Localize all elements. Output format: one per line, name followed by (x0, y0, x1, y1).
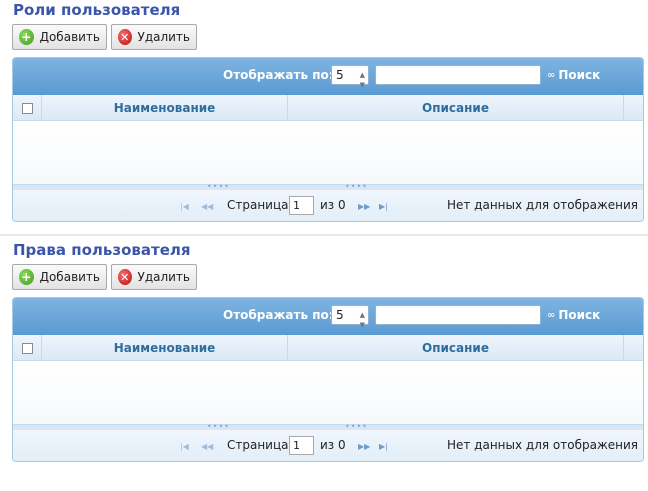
delete-button[interactable]: ✕ Удалить (111, 264, 197, 290)
per-page-select[interactable]: 5 ▲ ▼ (331, 305, 369, 329)
column-header-description[interactable]: Описание (288, 101, 623, 115)
search-button-label: Поиск (558, 308, 601, 322)
add-button[interactable]: + Добавить (12, 24, 107, 50)
table-body (13, 361, 643, 424)
per-page-value: 5 (336, 308, 344, 322)
next-page-icon[interactable]: ▶▶ (358, 442, 370, 451)
grid-toolbar: Отображать по: 5 ▲ ▼ ∞ Поиск (13, 58, 643, 95)
per-page-label: Отображать по: (223, 308, 334, 322)
column-header-description[interactable]: Описание (288, 341, 623, 355)
last-page-icon[interactable]: ▶| (379, 202, 388, 211)
records-info: Нет данных для отображения (446, 438, 638, 452)
search-input[interactable] (375, 65, 541, 85)
pager: |◀ ◀◀ Страница 1 из 0 ▶▶ ▶| Нет данных д… (13, 430, 643, 461)
binoculars-icon: ∞ (547, 309, 556, 321)
prev-page-icon[interactable]: ◀◀ (201, 202, 213, 211)
page-count: из 0 (320, 198, 346, 212)
prev-page-icon[interactable]: ◀◀ (201, 442, 213, 451)
table-header: Наименование Описание (13, 95, 643, 121)
search-button[interactable]: ∞ Поиск (547, 308, 600, 322)
section-divider (0, 234, 648, 236)
column-divider (623, 335, 624, 361)
x-circle-icon: ✕ (118, 269, 132, 285)
page-input[interactable]: 1 (289, 436, 314, 455)
page-label: Страница (227, 198, 289, 212)
binoculars-icon: ∞ (547, 69, 556, 81)
select-arrows-icon: ▲ ▼ (359, 311, 365, 329)
x-circle-icon: ✕ (118, 29, 132, 45)
first-page-icon[interactable]: |◀ (180, 202, 189, 211)
per-page-select[interactable]: 5 ▲ ▼ (331, 65, 369, 89)
table-body (13, 121, 643, 184)
section-title: Права пользователя (13, 241, 191, 259)
pager: |◀ ◀◀ Страница 1 из 0 ▶▶ ▶| Нет данных д… (13, 190, 643, 221)
page-label: Страница (227, 438, 289, 452)
delete-button-label: Удалить (137, 30, 191, 44)
select-all-checkbox[interactable] (22, 103, 33, 114)
column-header-name[interactable]: Наименование (42, 341, 287, 355)
add-button-label: Добавить (39, 270, 100, 284)
per-page-label: Отображать по: (223, 68, 334, 82)
page-input[interactable]: 1 (289, 196, 314, 215)
first-page-icon[interactable]: |◀ (180, 442, 189, 451)
last-page-icon[interactable]: ▶| (379, 442, 388, 451)
page-count: из 0 (320, 438, 346, 452)
search-button-label: Поиск (558, 68, 601, 82)
roles-grid: Отображать по: 5 ▲ ▼ ∞ Поиск Наименование… (12, 57, 644, 222)
select-all-checkbox[interactable] (22, 343, 33, 354)
add-button[interactable]: + Добавить (12, 264, 107, 290)
add-button-label: Добавить (39, 30, 100, 44)
search-button[interactable]: ∞ Поиск (547, 68, 600, 82)
next-page-icon[interactable]: ▶▶ (358, 202, 370, 211)
column-divider (623, 95, 624, 121)
delete-button[interactable]: ✕ Удалить (111, 24, 197, 50)
per-page-value: 5 (336, 68, 344, 82)
permissions-grid: Отображать по: 5 ▲ ▼ ∞ Поиск Наименование… (12, 297, 644, 462)
column-header-name[interactable]: Наименование (42, 101, 287, 115)
delete-button-label: Удалить (137, 270, 191, 284)
grid-toolbar: Отображать по: 5 ▲ ▼ ∞ Поиск (13, 298, 643, 335)
section-title: Роли пользователя (13, 1, 181, 19)
plus-circle-icon: + (19, 269, 34, 285)
table-header: Наименование Описание (13, 335, 643, 361)
search-input[interactable] (375, 305, 541, 325)
records-info: Нет данных для отображения (446, 198, 638, 212)
plus-circle-icon: + (19, 29, 34, 45)
select-arrows-icon: ▲ ▼ (359, 71, 365, 89)
